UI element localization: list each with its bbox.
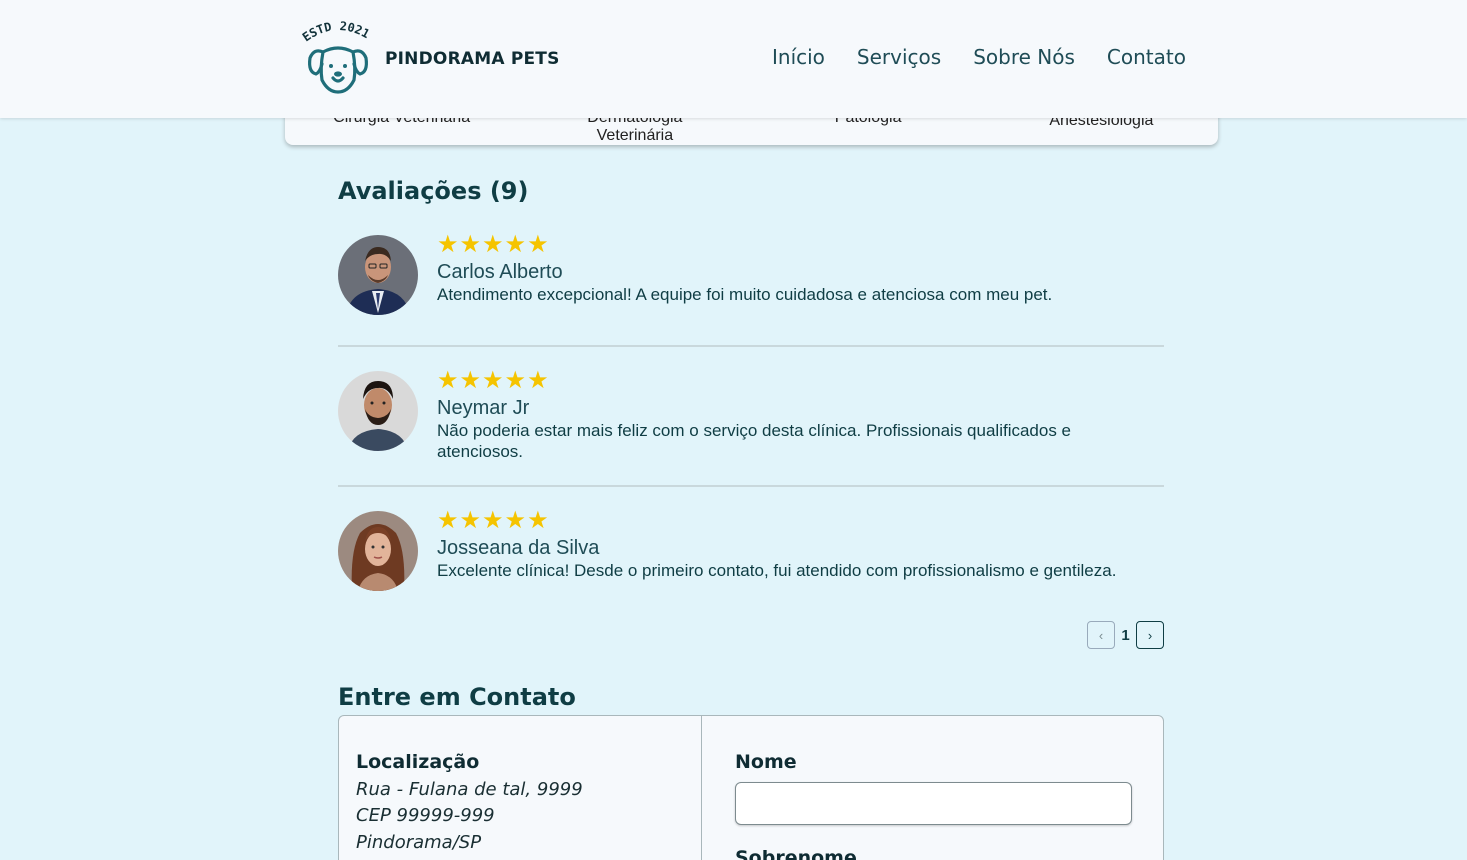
logo-estd-text: ESTD 2021: [300, 20, 372, 44]
dog-logo-icon[interactable]: ESTD 2021: [298, 20, 378, 98]
brand-name[interactable]: PINDORAMA PETS: [385, 49, 560, 69]
nav-inicio[interactable]: Início: [772, 45, 825, 69]
nav-contato[interactable]: Contato: [1107, 45, 1186, 69]
address-cep: CEP 99999-999: [356, 805, 495, 826]
divider: [338, 345, 1164, 347]
site-header: ESTD 2021 PINDORAMA PETS Início Serviços…: [0, 0, 1467, 118]
reviewer-name: Neymar Jr: [437, 397, 530, 419]
address-line: Rua - Fulana de tal, 9999: [356, 779, 583, 800]
reviewer-name: Carlos Alberto: [437, 261, 563, 283]
address-city: Pindorama/SP: [356, 832, 482, 853]
location-title: Localização: [356, 751, 480, 773]
next-page-button[interactable]: ›: [1136, 621, 1164, 649]
nav-sobre-nos[interactable]: Sobre Nós: [973, 45, 1075, 69]
rating-stars: ★★★★★: [437, 506, 550, 534]
avatar: [338, 235, 418, 315]
service-label-line2: Veterinária: [596, 127, 674, 144]
review-text: Atendimento excepcional! A equipe foi mu…: [437, 285, 1053, 304]
contact-title: Entre em Contato: [338, 683, 576, 711]
rating-stars: ★★★★★: [437, 230, 550, 258]
review-text: Não poderia estar mais feliz com o servi…: [437, 421, 1072, 461]
rating-stars: ★★★★★: [437, 366, 550, 394]
reviews-title: Avaliações (9): [338, 177, 529, 205]
prev-page-button[interactable]: ‹: [1087, 621, 1115, 649]
sobrenome-label: Sobrenome: [735, 847, 857, 860]
reviewer-name: Josseana da Silva: [437, 537, 600, 559]
reviews-pagination: ‹ 1 ›: [1087, 621, 1164, 649]
nome-label: Nome: [735, 751, 797, 773]
avatar: [338, 511, 418, 591]
contact-box: Localização Rua - Fulana de tal, 9999 CE…: [338, 715, 1164, 860]
nav-servicos[interactable]: Serviços: [857, 45, 941, 69]
nome-input[interactable]: [735, 782, 1132, 825]
avatar: [338, 371, 418, 451]
svg-text:ESTD 2021: ESTD 2021: [300, 20, 372, 44]
location-panel: Localização Rua - Fulana de tal, 9999 CE…: [339, 716, 702, 860]
main-nav: Início Serviços Sobre Nós Contato: [772, 45, 1186, 69]
current-page: 1: [1121, 626, 1130, 644]
divider: [338, 485, 1164, 487]
review-text: Excelente clínica! Desde o primeiro cont…: [437, 561, 1117, 580]
